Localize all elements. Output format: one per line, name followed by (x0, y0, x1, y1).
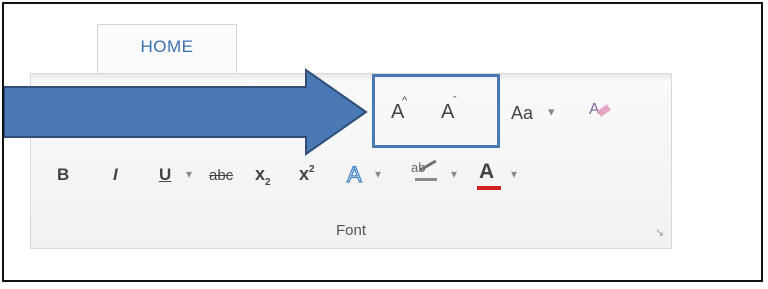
arrow-shape (4, 68, 368, 156)
screenshot-frame: HOME ▾ A^ Aˇ Aa ▾ A B I U ▾ abc x2 x2 A … (2, 2, 763, 282)
pointer-arrow (4, 68, 368, 156)
